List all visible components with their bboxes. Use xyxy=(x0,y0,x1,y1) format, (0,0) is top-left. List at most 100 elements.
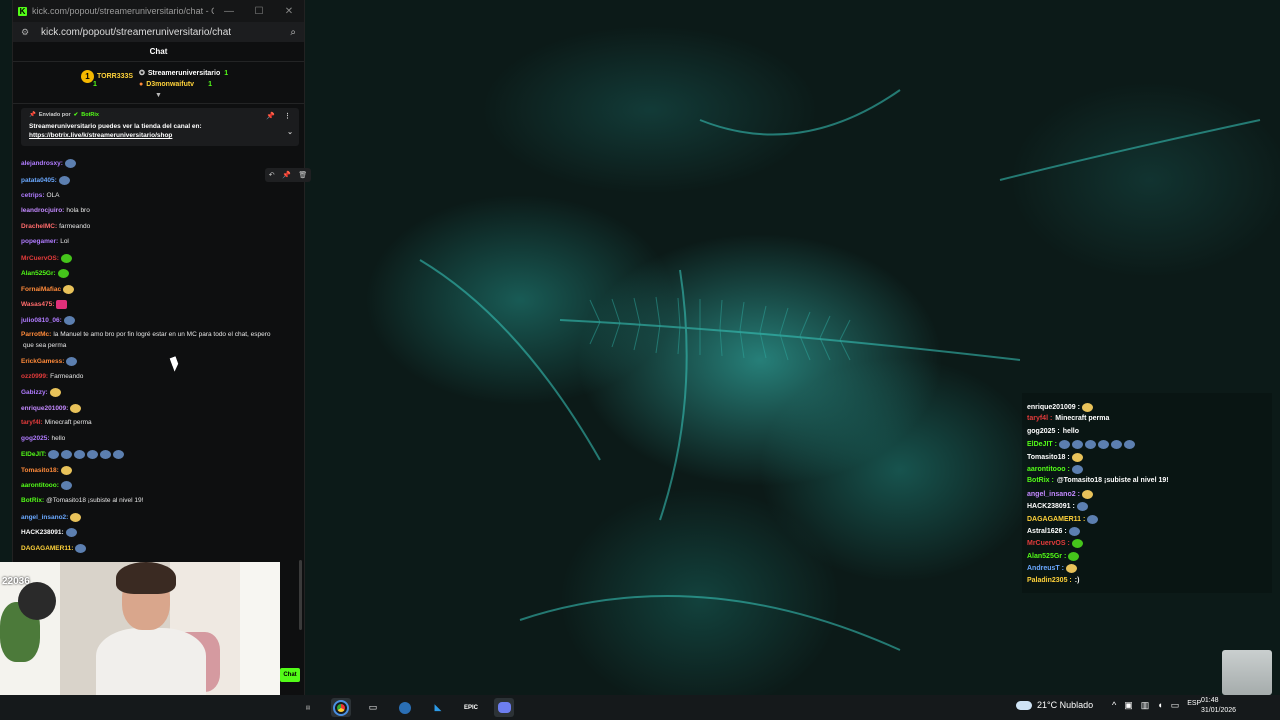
close-icon[interactable]: ✕ xyxy=(274,6,304,17)
pinned-sent-by: Enviado por xyxy=(38,112,71,118)
chat-message[interactable]: BotRix: @Tomasito18 ¡subiste al nivel 19! xyxy=(21,497,143,504)
chat-message[interactable]: julio0810_06: xyxy=(21,316,75,325)
vscode-icon[interactable]: ◣ xyxy=(428,698,448,717)
chat-message[interactable]: cetrips: OLA xyxy=(21,192,60,199)
chat-text: Minecraft perma xyxy=(44,419,92,426)
chat-message[interactable]: que sea perma xyxy=(21,342,66,349)
leader-third[interactable]: 1 xyxy=(93,81,97,88)
leader-first[interactable]: 1 TORR333S xyxy=(81,70,133,83)
chat-message[interactable]: leandrocjuiro: hola bro xyxy=(21,207,90,214)
overlay-message: HACK238091 : xyxy=(1027,502,1088,512)
volume-icon[interactable]: ◖ xyxy=(1157,700,1162,711)
chat-message[interactable]: popegamer: Lol xyxy=(21,238,69,245)
search-icon[interactable]: ⌕ xyxy=(290,27,296,38)
chat-message[interactable]: ElDeJIT: xyxy=(21,450,125,459)
chat-username[interactable]: MrCuervOS: xyxy=(21,255,59,262)
chat-username[interactable]: ParrotMc: xyxy=(21,331,51,338)
pinned-link[interactable]: https://botrix.live/k/streameruniversita… xyxy=(29,132,172,139)
clipboard-icon[interactable]: ▭ xyxy=(363,698,383,717)
delete-icon[interactable]: 🗑 xyxy=(298,171,307,179)
chat-username[interactable]: popegamer: xyxy=(21,238,58,245)
chat-username[interactable]: gog2025: xyxy=(21,435,50,442)
leader-second[interactable]: ✪ Streameruniversitario 1 xyxy=(139,69,228,78)
language-indicator[interactable]: ESP xyxy=(1187,700,1201,711)
chat-username[interactable]: ErickGamess: xyxy=(21,358,64,365)
chevron-down-icon[interactable]: ⌄ xyxy=(287,128,293,136)
scrollbar[interactable] xyxy=(299,560,302,630)
chat-message[interactable]: DracheIMC: farmeando xyxy=(21,223,90,230)
clock[interactable]: 01:48 31/01/2026 xyxy=(1201,696,1236,716)
chat-username[interactable]: Gabizzy: xyxy=(21,389,48,396)
discord-icon[interactable] xyxy=(494,698,514,717)
minimize-icon[interactable]: — xyxy=(214,6,244,17)
chat-username[interactable]: aarontitooo: xyxy=(21,482,59,489)
chat-message[interactable]: enrique201009: xyxy=(21,404,82,413)
chat-message[interactable]: ErickGamess: xyxy=(21,357,78,366)
chat-username[interactable]: julio0810_06: xyxy=(21,317,62,324)
network-icon[interactable]: ▥ xyxy=(1141,700,1150,711)
chat-message[interactable]: ParrotMc: la Manuel te amo bro por fin lo… xyxy=(21,331,271,338)
url-text[interactable]: kick.com/popout/streameruniversitario/ch… xyxy=(41,27,290,38)
reply-icon[interactable]: ↶ xyxy=(269,171,275,179)
collapse-arrow-icon[interactable]: ▼ xyxy=(155,92,162,99)
maximize-icon[interactable]: ☐ xyxy=(244,6,274,17)
chat-message[interactable]: taryf4l: Minecraft perma xyxy=(21,419,92,426)
chat-message[interactable]: HACK238091: xyxy=(21,528,77,537)
epic-icon[interactable]: EPIC xyxy=(461,698,481,717)
chat-button[interactable]: Chat xyxy=(280,668,300,682)
luma-icon[interactable]: ▤ xyxy=(298,698,318,717)
chat-username[interactable]: BotRix: xyxy=(21,497,44,504)
chat-message[interactable]: DAGAGAMER11: xyxy=(21,544,87,553)
chat-message[interactable]: patata0405: xyxy=(21,176,70,185)
steam-icon[interactable] xyxy=(395,698,415,717)
chat-message[interactable]: aarontitooo: xyxy=(21,481,72,490)
site-settings-icon[interactable]: ⚙ xyxy=(21,27,31,37)
pin-message-icon[interactable]: 📌 xyxy=(282,171,291,179)
chat-username[interactable]: ElDeJIT: xyxy=(21,451,46,458)
chat-username[interactable]: Wasas475: xyxy=(21,301,54,308)
unpin-icon[interactable]: 📌 xyxy=(266,112,275,120)
chat-username[interactable]: enrique201009: xyxy=(21,405,68,412)
chat-text: hello xyxy=(51,435,66,442)
chat-username[interactable]: DracheIMC: xyxy=(21,223,57,230)
chat-text: hola bro xyxy=(66,207,90,214)
overlay-message: gog2025 : hello xyxy=(1027,428,1079,435)
chevron-up-icon[interactable]: ^ xyxy=(1112,700,1116,711)
leader-fourth[interactable]: ● D3monwaifutv 1 xyxy=(139,81,212,88)
chat-username[interactable]: ozz0999: xyxy=(21,373,48,380)
chat-username[interactable]: Tomasito18: xyxy=(21,467,59,474)
chat-username[interactable]: HACK238091: xyxy=(21,529,64,536)
battery-icon[interactable]: ▭ xyxy=(1171,700,1180,711)
chat-message[interactable]: angel_insano2: xyxy=(21,513,82,522)
overlay-message: taryf4l : Minecraft perma xyxy=(1027,415,1109,422)
chat-username[interactable]: patata0405: xyxy=(21,177,57,184)
emote-icon xyxy=(58,176,70,185)
display-icon[interactable]: ▣ xyxy=(1124,700,1133,711)
cloud-icon xyxy=(1016,700,1032,710)
chat-message[interactable]: Wasas475: xyxy=(21,300,68,309)
chat-message[interactable]: ozz0999: Farmeando xyxy=(21,373,83,380)
chat-username[interactable]: FornaiMafiac xyxy=(21,286,61,293)
overlay-message: angel_insano2 : xyxy=(1027,489,1093,499)
flame-badge-icon: ● xyxy=(139,81,144,88)
more-options-icon[interactable]: ⋮ xyxy=(284,112,291,120)
address-bar[interactable]: ⚙ kick.com/popout/streameruniversitario/… xyxy=(13,22,304,42)
chat-username[interactable]: cetrips: xyxy=(21,192,44,199)
overlay-message: AndreusT : xyxy=(1027,564,1077,574)
chat-username[interactable]: DAGAGAMER11: xyxy=(21,545,73,552)
kick-logo-icon: K xyxy=(18,6,27,16)
chat-message[interactable]: FornaiMafiac xyxy=(21,285,75,294)
chat-message[interactable]: MrCuervOS: xyxy=(21,254,72,263)
chrome-icon[interactable] xyxy=(331,698,351,717)
chat-message[interactable]: Alan525Gr: xyxy=(21,269,69,278)
chat-message[interactable]: gog2025: hello xyxy=(21,435,65,442)
weather-widget[interactable]: 21°C Nublado xyxy=(1016,700,1093,710)
chat-message[interactable]: Tomasito18: xyxy=(21,466,72,475)
chat-username[interactable]: alejandrosxy: xyxy=(21,160,63,167)
chat-message[interactable]: alejandrosxy: xyxy=(21,159,76,168)
chat-username[interactable]: taryf4l: xyxy=(21,419,43,426)
chat-username[interactable]: leandrocjuiro: xyxy=(21,207,64,214)
chat-message[interactable]: Gabizzy: xyxy=(21,388,61,397)
chat-username[interactable]: angel_insano2: xyxy=(21,514,68,521)
chat-username[interactable]: Alan525Gr: xyxy=(21,270,56,277)
